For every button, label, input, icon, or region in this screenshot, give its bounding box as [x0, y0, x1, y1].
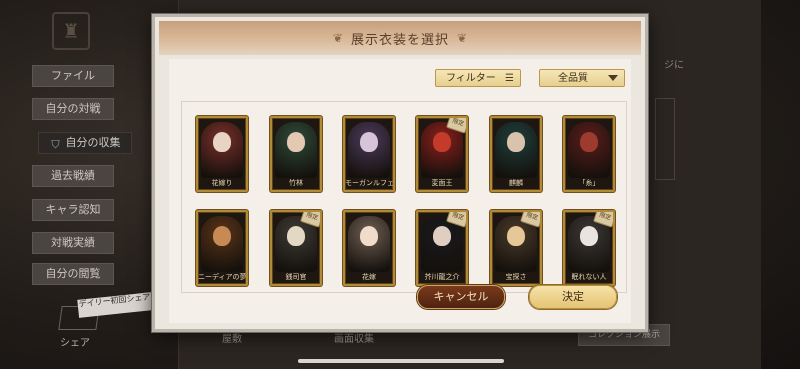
costume-name: 花嫁 [362, 273, 376, 281]
filter-button[interactable]: フィルター ☰ [435, 69, 521, 87]
wheat-ornament-icon: ❦ [457, 31, 468, 45]
background-text: ジに [664, 60, 684, 71]
tab-collection[interactable]: 画面収集 [334, 330, 374, 350]
costume-grid: 花嫁り 竹林 モーガンルフェ 変面王 限定麒麟 「糸」ニーディアの夢 銭司官 限定花嫁 芥川龍之… [181, 101, 627, 293]
costume-portrait [201, 122, 243, 178]
background-frame [655, 98, 675, 180]
costume-name: 麒麟 [509, 179, 523, 187]
costume-portrait [348, 216, 390, 272]
sidebar-item[interactable]: ⛉ 自分の収集 [38, 132, 132, 154]
costume-card[interactable]: 宝探さ 限定 [490, 210, 542, 286]
sidebar-item[interactable]: 対戦実績 [32, 232, 114, 254]
costume-name: 竹林 [289, 179, 303, 187]
costume-card[interactable]: 変面王 限定 [416, 116, 468, 192]
sidebar-item-label: キャラ認知 [45, 203, 101, 216]
dialog-header: ❦ 展示衣装を選択 ❦ [159, 21, 641, 55]
costume-portrait [201, 216, 243, 272]
sidebar-item[interactable]: キャラ認知 [32, 199, 114, 221]
costume-card[interactable]: 花嫁り [196, 116, 248, 192]
costume-name: 花嫁り [211, 179, 233, 187]
sidebar-item-label: 自分の収集 [65, 136, 121, 149]
costume-portrait [348, 122, 390, 178]
costume-card[interactable]: 麒麟 [490, 116, 542, 192]
sidebar-item-label: ファイル [51, 69, 95, 82]
sidebar-item-label: 自分の対戦 [45, 102, 101, 115]
costume-card[interactable]: 眠れない人 限定 [563, 210, 615, 286]
chevron-down-icon [608, 75, 618, 81]
costume-name: 芥川龍之介 [424, 273, 460, 281]
costume-name: ニーディアの夢 [198, 273, 246, 281]
costume-card[interactable]: ニーディアの夢 [196, 210, 248, 286]
home-indicator [298, 359, 504, 363]
sidebar-item-label: 過去戦績 [51, 169, 95, 182]
costume-card[interactable]: モーガンルフェ [343, 116, 395, 192]
confirm-button[interactable]: 決定 [529, 285, 617, 309]
sidebar-item[interactable]: 過去戦績 [32, 165, 114, 187]
costume-select-dialog: ❦ 展示衣装を選択 ❦ フィルター ☰ 全品質 花嫁り 竹林 モーガンルフェ 変面王限… [152, 14, 648, 332]
costume-card[interactable]: 「糸」 [563, 116, 615, 192]
sidebar-item[interactable]: 自分の閲覧 [32, 263, 114, 285]
costume-card[interactable]: 銭司官 限定 [270, 210, 322, 286]
sidebar-item-label: 自分の閲覧 [45, 267, 101, 280]
costume-portrait [568, 122, 610, 178]
costume-name: モーガンルフェ [345, 179, 393, 187]
costume-name: 宝探さ [505, 273, 527, 281]
costume-portrait [275, 122, 317, 178]
costume-name: 銭司官 [285, 273, 307, 281]
sidebar-item[interactable]: 自分の対戦 [32, 98, 114, 120]
filter-label: フィルター [446, 73, 496, 84]
costume-card[interactable]: 竹林 [270, 116, 322, 192]
costume-name: 変面王 [431, 179, 453, 187]
quality-dropdown[interactable]: 全品質 [539, 69, 625, 87]
costume-card[interactable]: 芥川龍之介 限定 [416, 210, 468, 286]
crest-icon: ♜ [52, 12, 90, 50]
sidebar-item[interactable]: ファイル [32, 65, 114, 87]
dialog-title: 展示衣装を選択 [350, 32, 449, 48]
sidebar-item-label: 対戦実績 [51, 236, 95, 249]
wheat-ornament-icon: ❦ [332, 31, 343, 45]
tab-mansion[interactable]: 屋敷 [222, 330, 242, 350]
shield-icon: ⛉ [51, 138, 60, 151]
costume-portrait [495, 122, 537, 178]
costume-card[interactable]: 花嫁 [343, 210, 395, 286]
costume-name: 「糸」 [578, 179, 600, 187]
quality-label: 全品質 [558, 73, 588, 84]
share-button[interactable]: シェア [60, 334, 90, 349]
list-filter-icon: ☰ [505, 73, 514, 84]
cancel-button[interactable]: キャンセル [417, 285, 505, 309]
costume-name: 眠れない人 [571, 273, 607, 281]
